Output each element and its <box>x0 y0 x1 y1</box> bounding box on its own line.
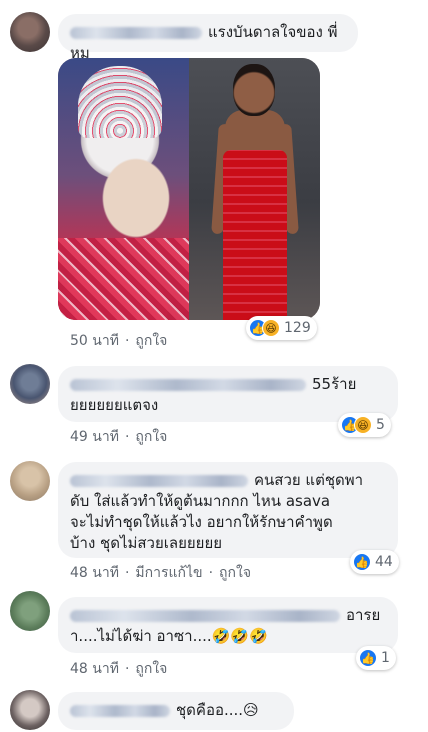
reaction-count: 5 <box>376 417 385 433</box>
reaction-count: 44 <box>375 554 393 570</box>
blurred-author-name[interactable] <box>70 609 340 622</box>
blurred-author-name[interactable] <box>70 704 170 717</box>
avatar[interactable] <box>10 591 50 631</box>
comment-text-line-3: จะไม่ทำชุดให้แล้วไง อยากให้รักษาคำพูด <box>70 513 333 531</box>
like-link[interactable]: ถูกใจ <box>135 661 167 677</box>
timestamp[interactable]: 48 นาที <box>70 565 119 581</box>
reaction-summary[interactable]: 👍 44 <box>350 550 399 574</box>
blurred-author-name[interactable] <box>70 474 248 487</box>
reaction-summary[interactable]: 👍 😆 5 <box>338 413 391 437</box>
reaction-count: 129 <box>284 320 311 336</box>
blurred-author-name[interactable] <box>70 378 306 391</box>
separator: · <box>124 661 130 677</box>
head <box>233 64 275 116</box>
like-link[interactable]: ถูกใจ <box>219 565 251 581</box>
avatar[interactable] <box>10 461 50 501</box>
comment-text-line-1: คนสวย แต่ชุดพา <box>254 471 364 489</box>
comment-bubble: แรงบันดาลใจของ พี่หมู <box>58 14 358 62</box>
edited-link[interactable]: มีการแก้ไข <box>135 565 202 581</box>
avatar[interactable] <box>10 12 50 52</box>
comment-meta: 48 นาที · ถูกใจ <box>70 658 167 680</box>
crown-headdress <box>78 66 162 138</box>
separator: · <box>124 565 130 581</box>
reaction-count: 1 <box>381 650 390 666</box>
comment-bubble: ชุดคืออ....😥 <box>58 692 294 730</box>
comment-bubble: คนสวย แต่ชุดพา ดับ ใส่แล้วทำให้ดูต้นมากก… <box>58 462 398 558</box>
separator: · <box>124 429 130 445</box>
comment-meta: 48 นาที · มีการแก้ไข · ถูกใจ <box>70 562 251 584</box>
comment-photo[interactable] <box>58 58 320 320</box>
beaded-gown <box>223 150 287 320</box>
comment-meta: 50 นาที · ถูกใจ <box>70 330 167 352</box>
haha-reaction-icon: 😆 <box>262 319 280 337</box>
haha-reaction-icon: 😆 <box>354 416 372 434</box>
comment-text-line-2: ยยยยยยแตจง <box>70 396 159 414</box>
comment-text-line-2: า....ไม่ได้ฆ่า อาซา....🤣🤣🤣 <box>70 627 268 645</box>
reaction-summary[interactable]: 👍 😆 129 <box>246 316 317 340</box>
beaded-costume <box>58 238 189 320</box>
photo-left-performer <box>58 58 189 320</box>
timestamp[interactable]: 48 นาที <box>70 661 119 677</box>
avatar[interactable] <box>10 690 50 730</box>
comment-text: ชุดคืออ....😥 <box>176 701 259 719</box>
comment-text-line-1: อารย <box>346 606 381 624</box>
comment-meta: 49 นาที · ถูกใจ <box>70 426 167 448</box>
separator: · <box>124 333 130 349</box>
timestamp[interactable]: 50 นาที <box>70 333 119 349</box>
comment-bubble: อารย า....ไม่ได้ฆ่า อาซา....🤣🤣🤣 <box>58 597 398 653</box>
reaction-summary[interactable]: 👍 1 <box>356 646 396 670</box>
timestamp[interactable]: 49 นาที <box>70 429 119 445</box>
photo-right-model <box>189 58 320 320</box>
avatar[interactable] <box>10 364 50 404</box>
comment-text-line-2: ดับ ใส่แล้วทำให้ดูต้นมากกก ไหน asava <box>70 492 331 510</box>
like-link[interactable]: ถูกใจ <box>135 333 167 349</box>
like-reaction-icon: 👍 <box>359 649 377 667</box>
like-reaction-icon: 👍 <box>353 553 371 571</box>
separator: · <box>208 565 214 581</box>
comment-text-line-4: บ้าง ชุดไม่สวยเลยยยยย <box>70 534 223 552</box>
blurred-author-name[interactable] <box>70 26 202 39</box>
like-link[interactable]: ถูกใจ <box>135 429 167 445</box>
comment-text-line-1: 55ร้าย <box>312 375 357 393</box>
